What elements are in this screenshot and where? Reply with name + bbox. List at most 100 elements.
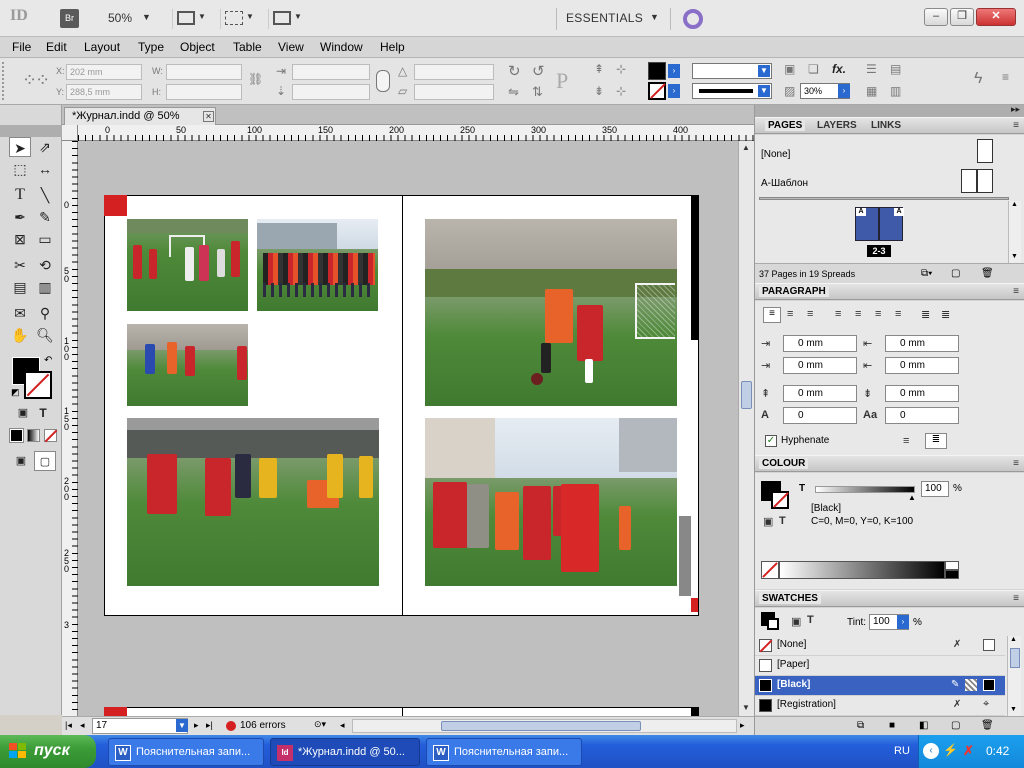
next-page-icon[interactable]: ▸: [194, 720, 199, 731]
start-button[interactable]: пуск: [0, 735, 96, 768]
width-field[interactable]: [166, 64, 242, 80]
last-page-icon[interactable]: ▸|: [206, 720, 213, 731]
justify-all-icon[interactable]: ≡: [895, 308, 901, 320]
opacity-dropdown-icon[interactable]: ›: [838, 84, 850, 98]
align-to-grid-icon[interactable]: ≣: [925, 433, 947, 449]
page-2-thumbnail[interactable]: A: [855, 207, 879, 241]
first-page-icon[interactable]: |◂: [65, 720, 72, 731]
ramp-black-icon[interactable]: [945, 570, 959, 579]
scroll-left-icon[interactable]: ◂: [340, 720, 345, 731]
fx-button[interactable]: fx.: [832, 62, 846, 76]
bridge-button[interactable]: Br: [60, 9, 79, 28]
colour-none-icon[interactable]: [761, 561, 779, 579]
swatch-tint-dropdown-icon[interactable]: ›: [897, 615, 909, 629]
menu-type[interactable]: Type: [138, 40, 164, 54]
page-number-field[interactable]: 17: [92, 718, 188, 734]
drop-shadow-icon[interactable]: ▣: [784, 62, 795, 76]
stroke-color-swatch[interactable]: [24, 371, 52, 399]
note-tool-icon[interactable]: ✉: [9, 303, 31, 323]
photo-frame[interactable]: [127, 418, 379, 586]
menu-table[interactable]: Table: [233, 40, 262, 54]
select-previous-icon[interactable]: ⇟: [594, 84, 604, 98]
taskbar-item-word-1[interactable]: W Пояснительная запи...: [108, 738, 264, 766]
pencil-tool-icon[interactable]: ✎: [34, 207, 56, 227]
control-panel-menu-icon[interactable]: ≡: [1002, 70, 1009, 84]
vertical-scroll-thumb[interactable]: [741, 381, 752, 409]
constrain-proportions-icon[interactable]: ⛓: [248, 72, 263, 86]
pages-divider[interactable]: [759, 197, 1009, 200]
justify-left-icon[interactable]: ≡: [835, 308, 841, 320]
tray-expand-icon[interactable]: ‹: [923, 743, 939, 759]
preflight-errors[interactable]: 106 errors: [240, 720, 286, 731]
justify-right-icon[interactable]: ≡: [875, 308, 881, 320]
swatch-row[interactable]: [Registration] ✗ ⌖: [755, 696, 1005, 716]
stroke-dropdown-icon[interactable]: ›: [668, 84, 680, 98]
zoom-tool-icon[interactable]: 🔍︎: [34, 325, 56, 345]
y-position-field[interactable]: 288,5 mm: [66, 84, 142, 100]
apply-color-icon[interactable]: [9, 428, 24, 443]
align-right-icon[interactable]: ≡: [807, 308, 813, 320]
align-left-icon[interactable]: ≡: [763, 307, 781, 323]
arrange-documents-button[interactable]: ▼: [268, 9, 302, 29]
swatch-stroke-icon[interactable]: [767, 618, 779, 630]
scale-x-field[interactable]: [292, 64, 370, 80]
minimize-button[interactable]: –: [924, 8, 948, 26]
select-content-icon[interactable]: ⊹: [616, 62, 626, 76]
master-a-right-thumbnail[interactable]: [977, 169, 993, 193]
swatch-row[interactable]: [Paper]: [755, 656, 1005, 676]
swatch-row-selected[interactable]: [Black] ✎: [755, 676, 1005, 696]
apply-none-icon[interactable]: [44, 429, 58, 443]
gap-tool-icon[interactable]: ↔: [34, 159, 56, 179]
edit-page-size-icon[interactable]: ⧉▾: [921, 268, 932, 279]
restore-button[interactable]: ❐: [950, 8, 974, 26]
selection-tool-icon[interactable]: ➤: [9, 137, 31, 157]
text-wrap-jump-icon[interactable]: ▥: [890, 84, 901, 98]
menu-help[interactable]: Help: [380, 40, 405, 54]
new-swatch-icon[interactable]: ▢: [951, 720, 960, 731]
tab-pages[interactable]: PAGES: [765, 120, 806, 131]
panel-menu-icon[interactable]: ≡: [1013, 593, 1019, 604]
stroke-weight-dropdown[interactable]: ▼: [692, 63, 772, 79]
network-icon[interactable]: ⚡: [943, 743, 959, 759]
tab-paragraph[interactable]: PARAGRAPH: [759, 286, 829, 297]
master-none[interactable]: [None]: [761, 149, 790, 160]
space-before-field[interactable]: 0 mm: [783, 385, 857, 402]
colour-text-icon[interactable]: T: [779, 515, 786, 527]
menu-file[interactable]: File: [12, 40, 31, 54]
height-field[interactable]: [166, 84, 242, 100]
swatch-row[interactable]: [None] ✗: [755, 636, 1005, 656]
security-alert-icon[interactable]: ✗: [963, 743, 979, 759]
left-indent-field[interactable]: 0 mm: [783, 335, 857, 352]
drop-cap-chars-field[interactable]: 0: [885, 407, 959, 424]
panel-menu-icon[interactable]: ≡: [1013, 120, 1019, 131]
pasteboard[interactable]: [78, 141, 738, 727]
x-position-field[interactable]: 202 mm: [66, 64, 142, 80]
justify-center-icon[interactable]: ≡: [855, 308, 861, 320]
screen-mode-button[interactable]: ▼: [220, 9, 254, 29]
right-page[interactable]: [403, 195, 699, 616]
menu-window[interactable]: Window: [320, 40, 363, 54]
rotate-cw-icon[interactable]: ↻: [508, 62, 521, 80]
page-tool-icon[interactable]: ⬚: [9, 159, 31, 179]
select-next-icon[interactable]: ⊹: [616, 84, 626, 98]
scissors-tool-icon[interactable]: ✂: [9, 255, 31, 275]
ruler-origin[interactable]: [62, 125, 78, 141]
preview-view-icon[interactable]: ▢: [34, 451, 56, 471]
panel-menu-icon[interactable]: ≡: [1013, 286, 1019, 297]
previous-page-icon[interactable]: ◂: [80, 720, 85, 731]
shear-field[interactable]: [414, 84, 494, 100]
swap-fill-stroke-icon[interactable]: ↶: [44, 355, 52, 366]
do-not-align-grid-icon[interactable]: ≡: [903, 435, 909, 447]
align-away-spine-icon[interactable]: ≣: [941, 308, 950, 321]
delete-swatch-icon[interactable]: 🗑︎: [981, 720, 994, 731]
dock-header[interactable]: ▸▸: [755, 104, 1024, 117]
horizontal-scroll-thumb[interactable]: [441, 721, 641, 731]
formatting-container-icon[interactable]: ▣: [12, 403, 34, 423]
cs-live-icon[interactable]: [683, 9, 703, 29]
show-all-swatches-icon[interactable]: ⧉: [857, 720, 864, 731]
type-tool-icon[interactable]: T: [9, 185, 31, 205]
panel-grip[interactable]: [2, 62, 8, 100]
tab-links[interactable]: LINKS: [871, 120, 901, 131]
swatch-container-icon[interactable]: ▣: [791, 615, 801, 628]
document-tab[interactable]: *Журнал.indd @ 50% ✕: [64, 107, 216, 125]
